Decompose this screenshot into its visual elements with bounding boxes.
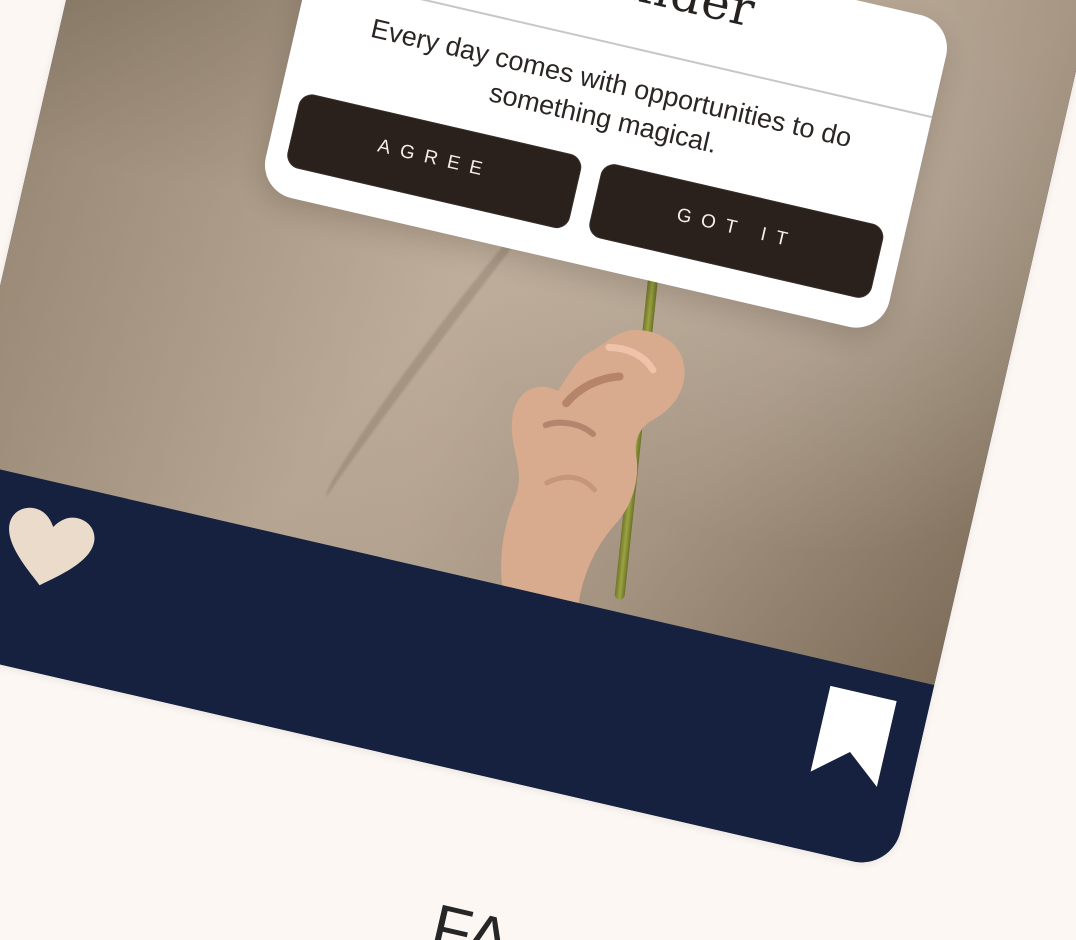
agree-button-label: AGREE: [375, 135, 494, 183]
caption-fragment: FA: [429, 894, 518, 940]
bookmark-icon[interactable]: [806, 683, 901, 790]
got-it-button-label: GOT IT: [674, 204, 800, 253]
social-post-card: Reminder Every day comes with opportunit…: [0, 0, 1076, 871]
page-canvas: Reminder Every day comes with opportunit…: [0, 0, 1076, 940]
heart-icon[interactable]: [0, 501, 102, 598]
